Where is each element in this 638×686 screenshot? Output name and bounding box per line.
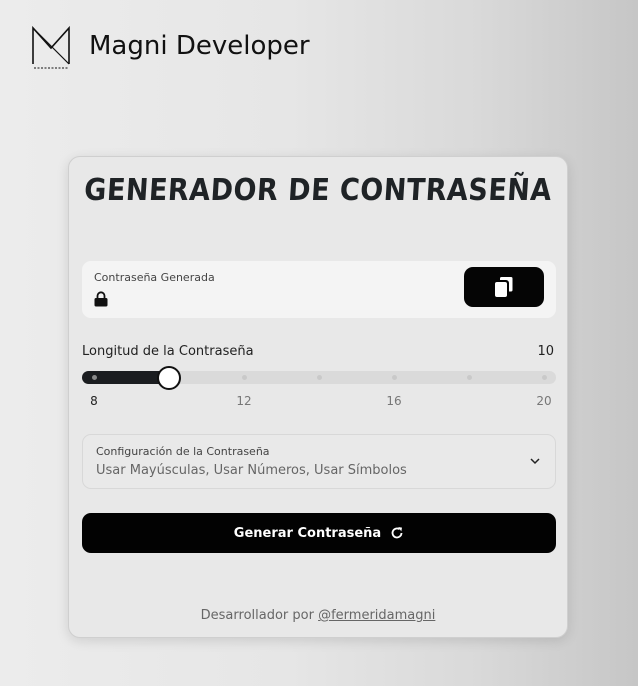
length-slider[interactable] (82, 366, 556, 390)
slider-step-dot (541, 375, 547, 380)
copy-button[interactable] (464, 267, 544, 307)
slider-step-dot (316, 375, 322, 380)
config-select[interactable]: Configuración de la Contraseña Usar Mayú… (82, 434, 556, 489)
refresh-icon (391, 527, 403, 539)
slider-tick-label: 20 (536, 394, 552, 408)
length-label: Longitud de la Contraseña (82, 344, 254, 359)
footer-prefix: Desarrollador por (200, 608, 314, 623)
lock-icon (94, 291, 108, 307)
config-label: Configuración de la Contraseña (96, 445, 270, 458)
brand-name: Magni Developer (89, 31, 310, 61)
slider-step-dot (241, 375, 247, 380)
slider-step-dot (391, 375, 397, 380)
slider-tick-label: 8 (90, 394, 98, 408)
generate-label: Generar Contraseña (233, 525, 382, 541)
password-output: Contraseña Generada (82, 261, 556, 318)
slider-tick-label: 16 (386, 394, 402, 408)
length-value: 10 (537, 344, 554, 359)
magni-m-logo-icon (32, 25, 70, 69)
slider-step-dot (91, 375, 97, 380)
copy-icon (495, 277, 513, 297)
brand[interactable]: Magni Developer (30, 22, 310, 70)
password-generator-card: GENERADOR DE CONTRASEÑA Contraseña Gener… (68, 156, 568, 638)
card-title: GENERADOR DE CONTRASEÑA (83, 173, 553, 208)
config-value: Usar Mayúsculas, Usar Números, Usar Símb… (96, 463, 407, 478)
generate-button[interactable]: Generar Contraseña (82, 513, 556, 553)
password-label: Contraseña Generada (94, 271, 215, 284)
slider-tick-label: 12 (236, 394, 252, 408)
footer: Desarrollador por @fermeridamagni (69, 608, 567, 623)
author-link[interactable]: @fermeridamagni (318, 608, 435, 623)
slider-step-dot (466, 375, 472, 380)
slider-thumb[interactable] (157, 366, 181, 390)
chevron-down-icon (530, 458, 540, 465)
